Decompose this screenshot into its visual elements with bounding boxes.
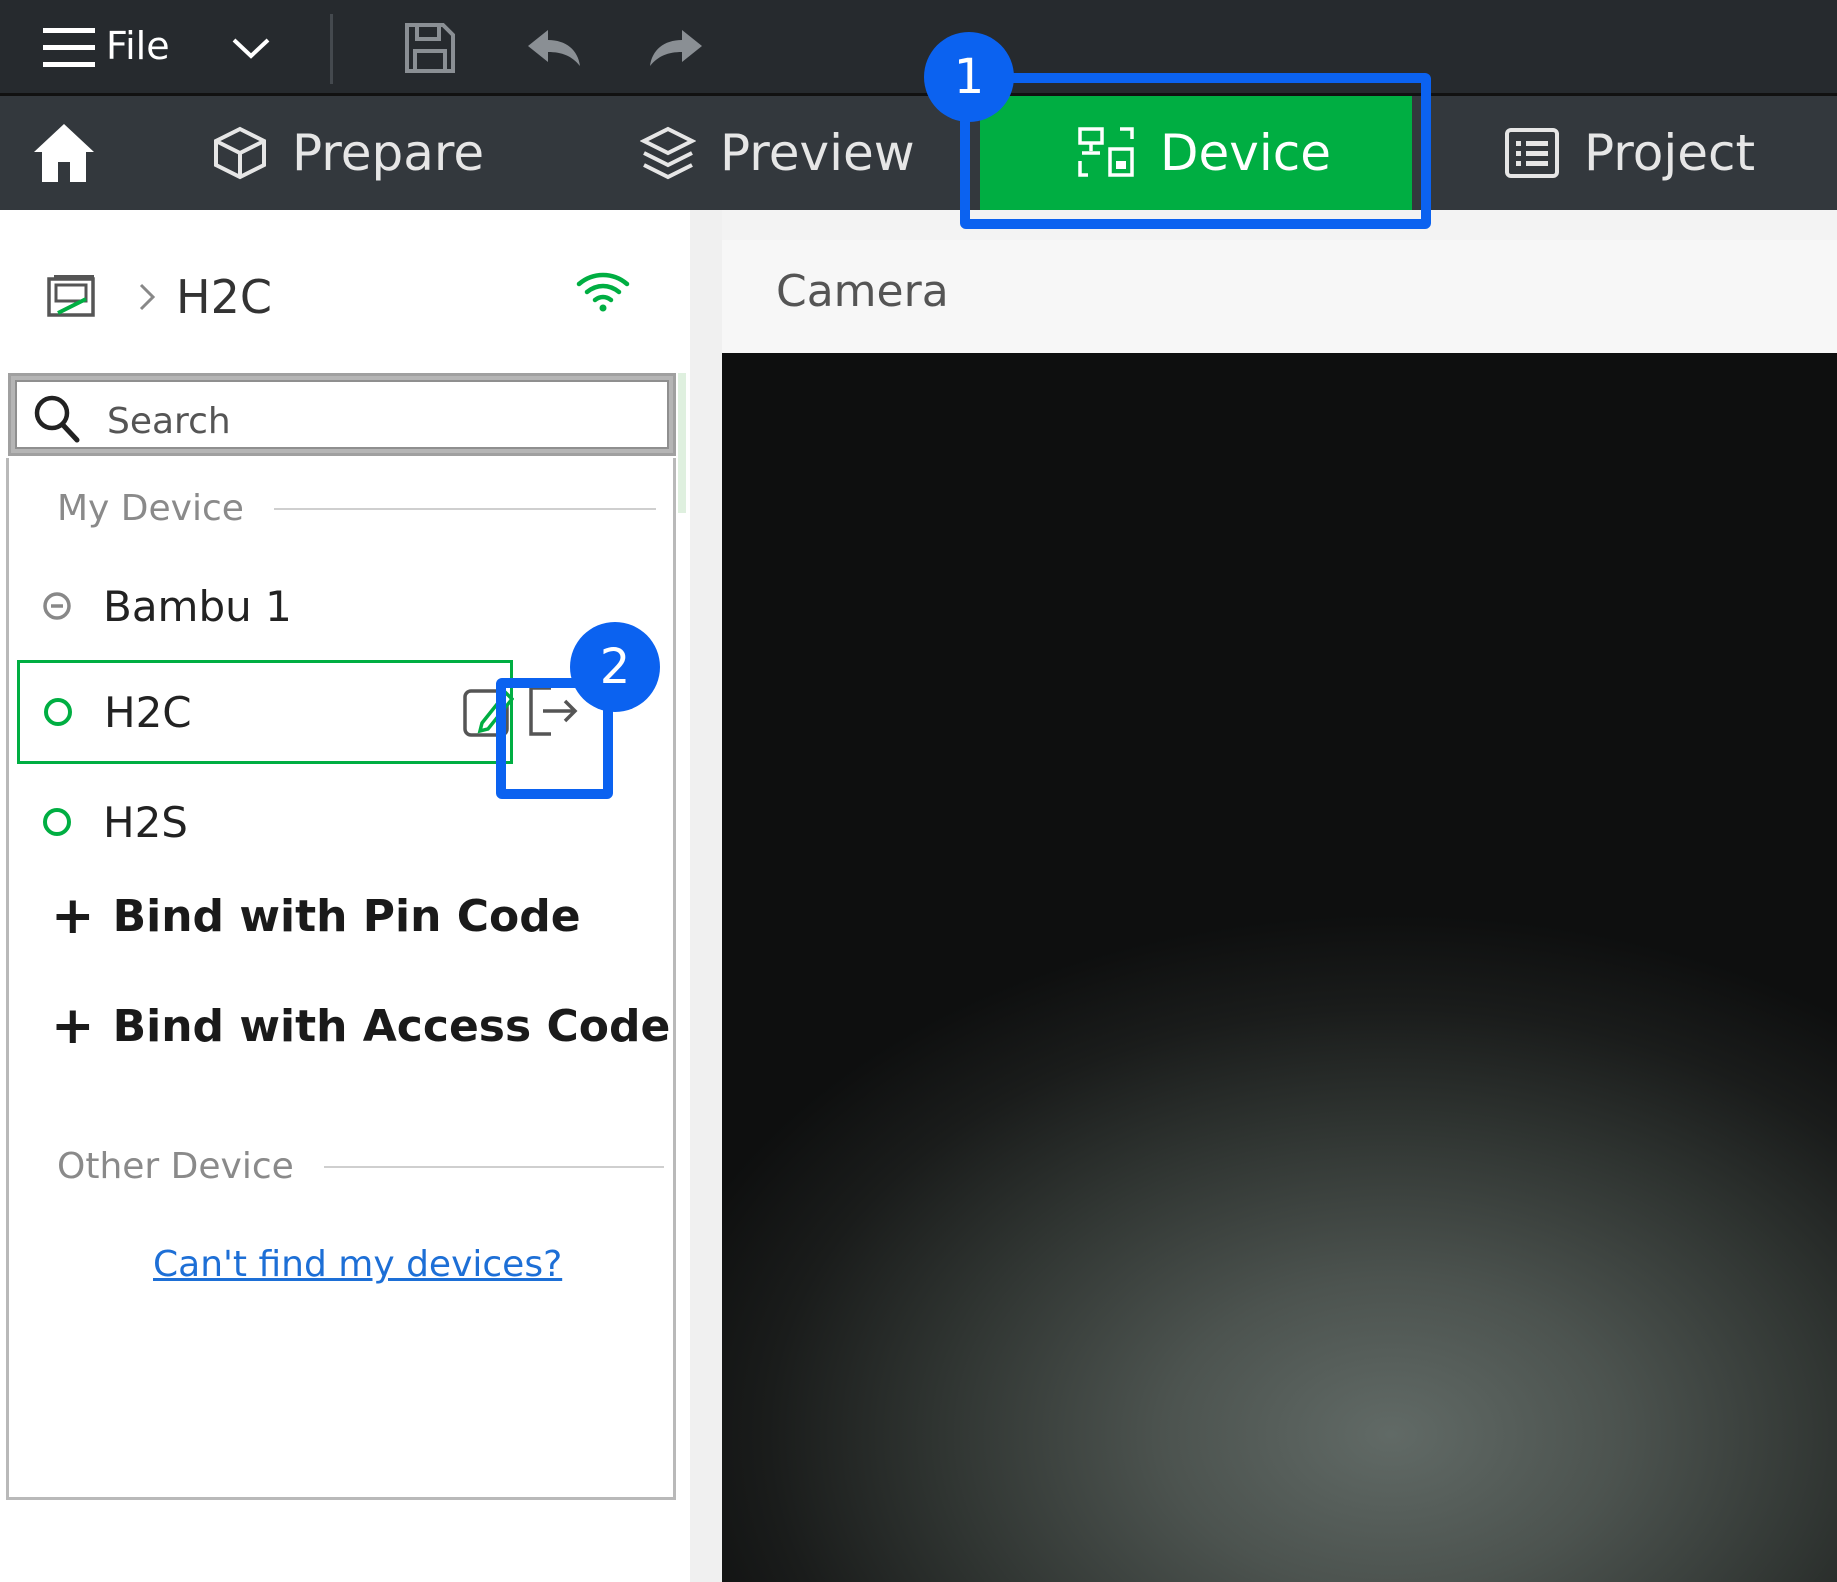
content-gutter (690, 210, 722, 1582)
menu-divider (330, 14, 333, 84)
tab-home[interactable] (32, 96, 102, 210)
other-device-heading-label: Other Device (57, 1146, 294, 1187)
other-device-heading: Other Device (57, 1146, 664, 1187)
home-icon (34, 124, 94, 182)
save-icon[interactable] (400, 0, 460, 96)
callout-badge-2: 2 (570, 622, 660, 712)
tab-preview[interactable]: Preview (640, 96, 960, 210)
menu-bar: File (0, 0, 1837, 96)
device-item-h2c[interactable]: H2C (17, 660, 514, 764)
layers-icon (640, 126, 696, 180)
bind-access-code-label: Bind with Access Code (112, 1000, 671, 1052)
section-divider (273, 507, 656, 510)
scroll-indicator[interactable] (678, 373, 686, 513)
hamburger-menu-icon[interactable] (42, 0, 96, 96)
tab-project-label: Project (1584, 124, 1756, 182)
online-status-icon (44, 698, 72, 726)
tab-project[interactable]: Project (1504, 96, 1824, 210)
file-menu-label[interactable]: File (106, 24, 170, 68)
device-sidebar: H2C My Device Bambu 1 H2C H2S + Bi (0, 210, 690, 1582)
bind-pin-code-label: Bind with Pin Code (112, 890, 581, 942)
cube-icon (214, 126, 266, 180)
device-name: H2C (104, 687, 192, 737)
device-list-panel: My Device Bambu 1 H2C H2S + Bind with Pi… (6, 458, 676, 1500)
device-name: Bambu 1 (103, 581, 292, 631)
my-device-heading-label: My Device (57, 488, 244, 529)
callout-badge-1: 1 (924, 32, 1014, 122)
search-box (8, 373, 676, 456)
camera-header: Camera (722, 240, 1837, 353)
bind-pin-code-button[interactable]: + Bind with Pin Code (51, 886, 581, 946)
breadcrumb (46, 262, 156, 332)
section-divider (323, 1165, 664, 1168)
plus-icon: + (51, 996, 95, 1056)
search-field-frame (15, 380, 669, 450)
offline-status-icon (43, 592, 71, 620)
tab-prepare[interactable]: Prepare (212, 96, 532, 210)
bind-access-code-button[interactable]: + Bind with Access Code (51, 996, 670, 1056)
online-status-icon (43, 808, 71, 836)
chevron-right-icon (139, 283, 156, 311)
plus-icon: + (51, 886, 95, 946)
tab-prepare-label: Prepare (292, 124, 485, 182)
printer-icon[interactable] (46, 273, 98, 321)
undo-icon[interactable] (524, 0, 584, 96)
chevron-down-icon[interactable] (226, 0, 276, 96)
search-input[interactable] (105, 392, 609, 450)
callout-device-tab (960, 73, 1431, 229)
my-device-heading: My Device (57, 488, 656, 529)
current-device-title: H2C (176, 270, 272, 324)
cant-find-devices-link[interactable]: Can't find my devices? (153, 1244, 562, 1285)
list-icon (1505, 128, 1559, 178)
tab-preview-label: Preview (720, 124, 915, 182)
redo-icon[interactable] (646, 0, 706, 96)
wifi-icon (576, 272, 630, 312)
tab-bar: Prepare Preview Device Project (0, 96, 1837, 210)
camera-title: Camera (776, 266, 949, 317)
search-icon (34, 395, 80, 443)
camera-feed (722, 353, 1837, 1582)
device-name: H2S (103, 797, 188, 847)
